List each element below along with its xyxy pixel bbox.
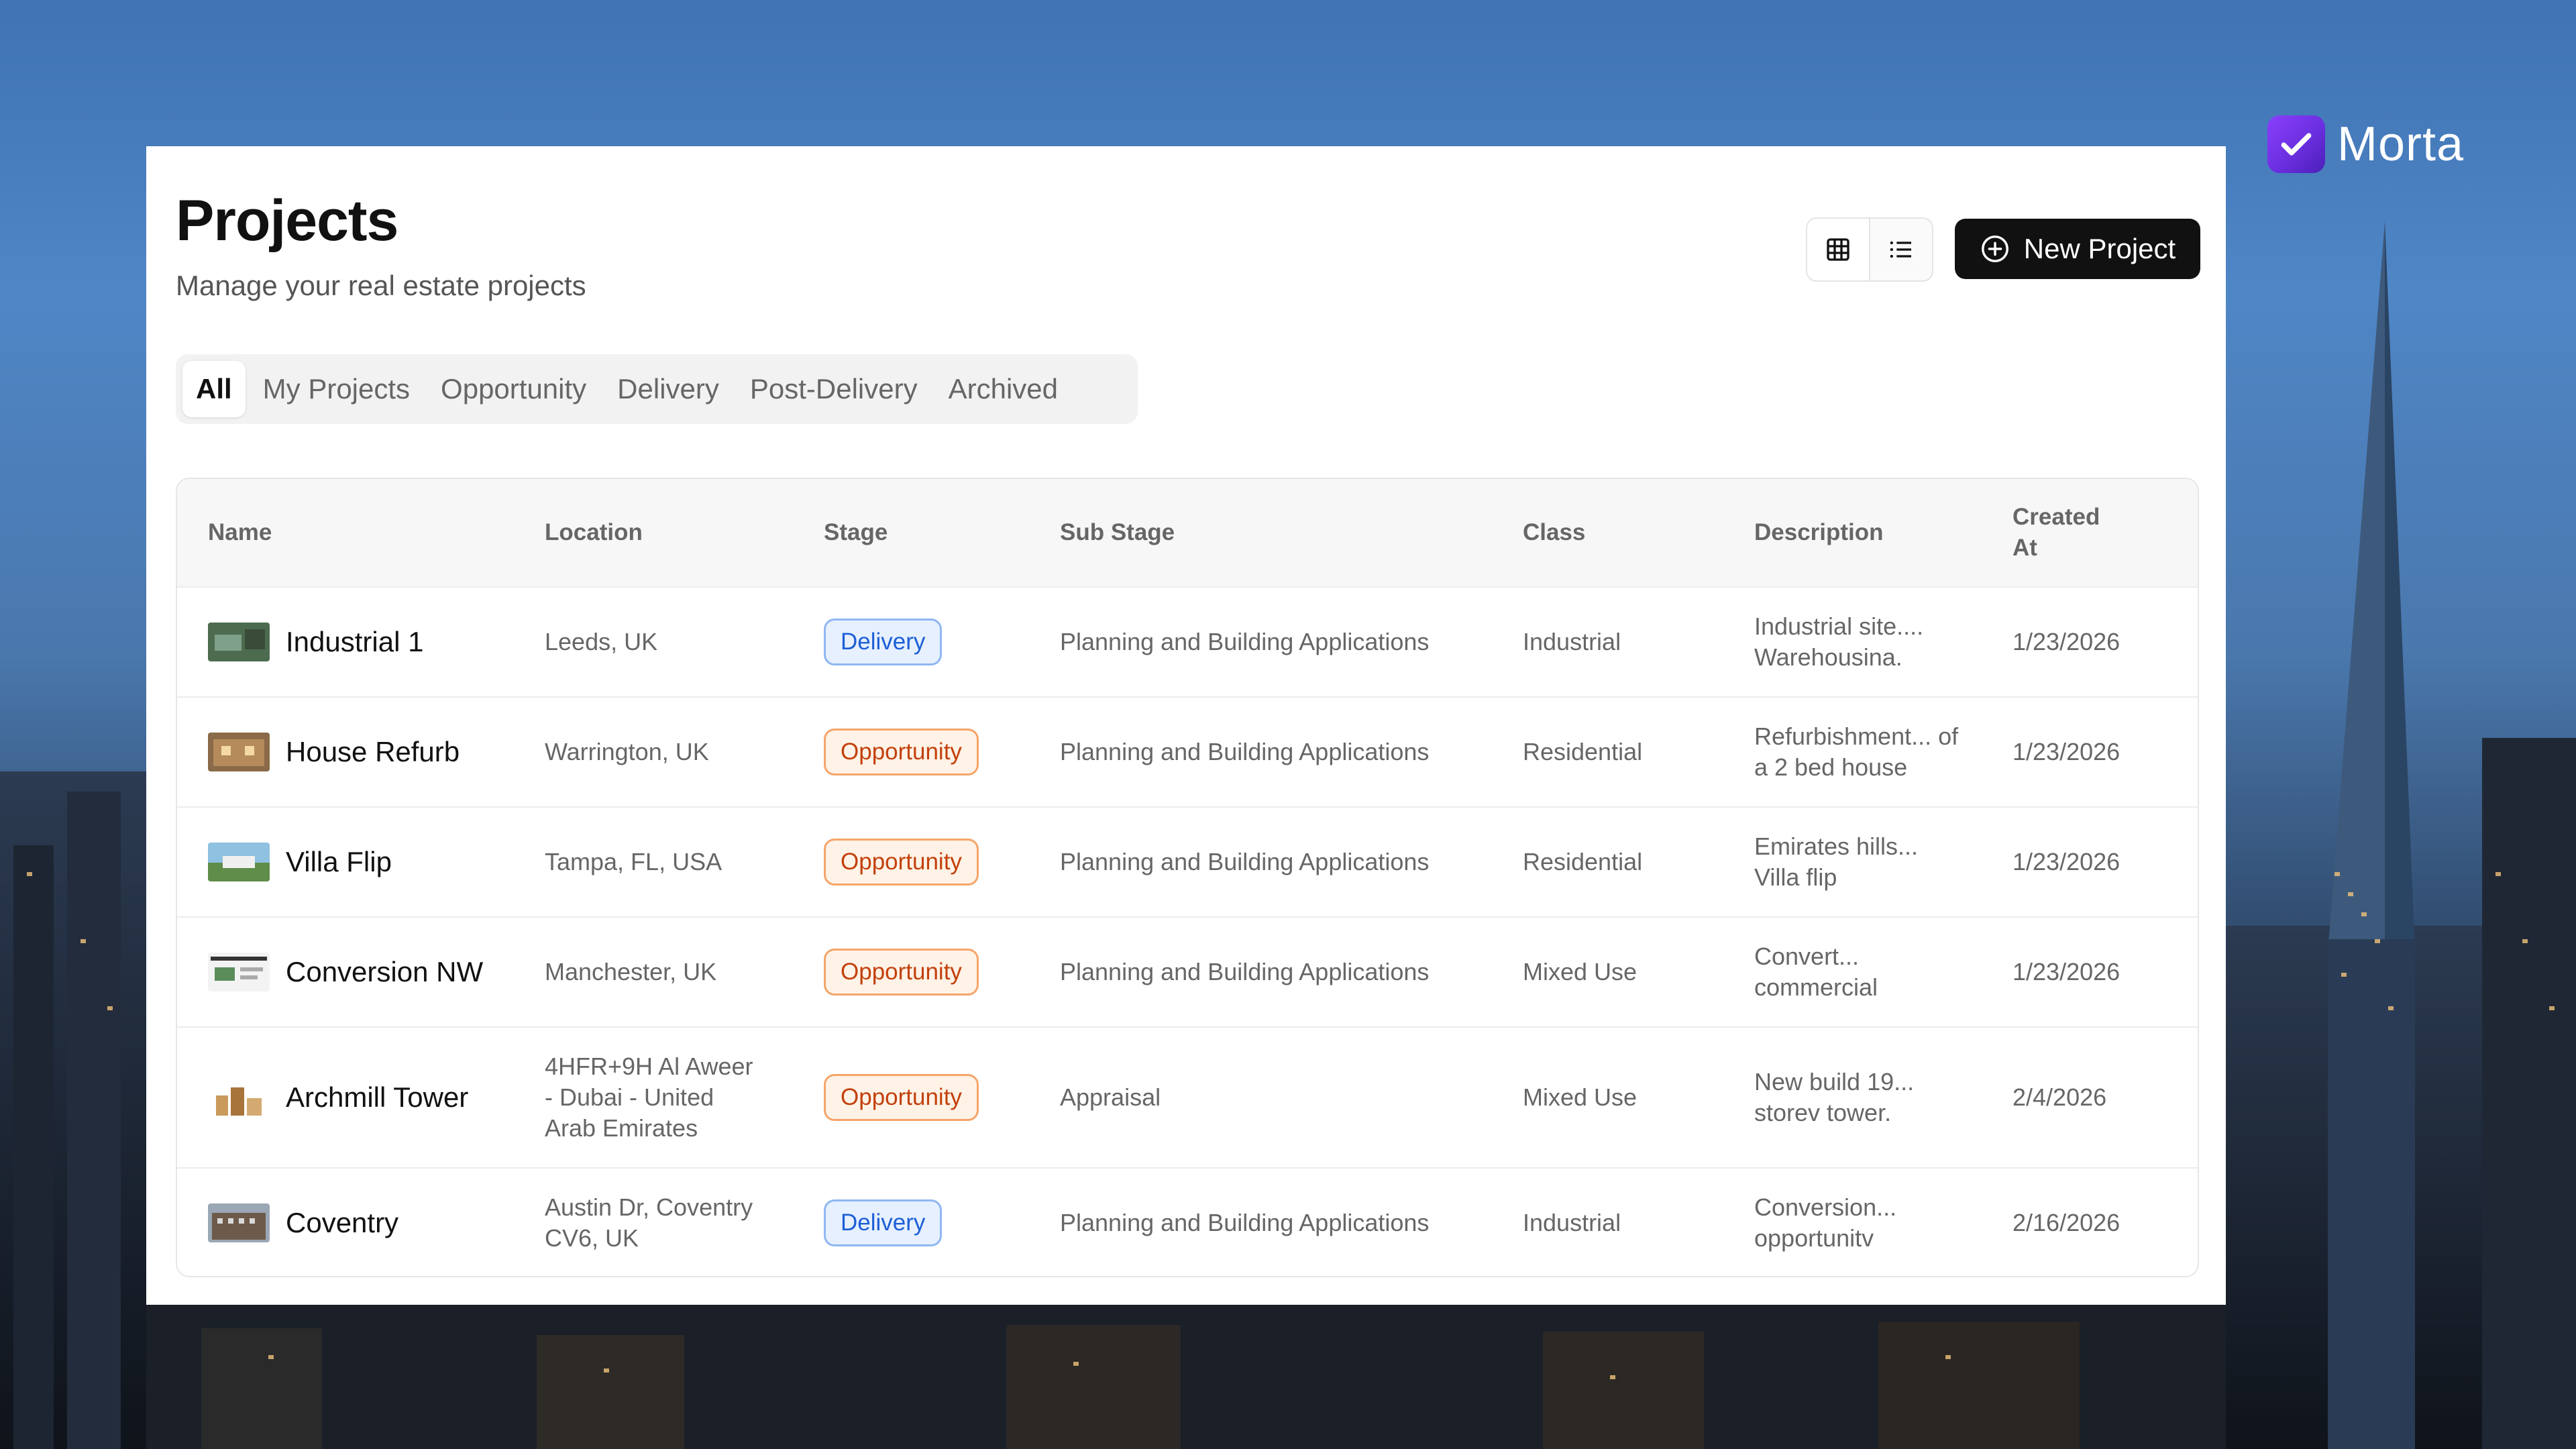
tab-archived[interactable]: Archived	[935, 361, 1071, 417]
table-row[interactable]: Conversion NW Manchester, UK Opportunity…	[177, 918, 2198, 1028]
grid-view-button[interactable]	[1807, 219, 1870, 280]
stage-badge: Delivery	[824, 619, 943, 665]
project-name: Coventry	[286, 1207, 399, 1238]
class-cell: Mixed Use	[1523, 1083, 1638, 1111]
tab-opportunity[interactable]: Opportunity	[427, 361, 600, 417]
page-subtitle: Manage your real estate projects	[176, 270, 586, 301]
project-thumbnail	[208, 733, 270, 771]
new-project-label: New Project	[2023, 233, 2176, 264]
location-cell: Warrington, UK	[545, 738, 709, 765]
description-cell: New build 19... storev tower.	[1754, 1068, 1915, 1126]
project-thumbnail	[208, 843, 270, 881]
project-thumbnail	[208, 1203, 270, 1242]
table-row[interactable]: Industrial 1 Leeds, UK Delivery Planning…	[177, 588, 2198, 698]
stage-badge: Opportunity	[824, 729, 979, 775]
stage-cell: Delivery	[824, 1199, 1060, 1246]
column-header-class[interactable]: Class	[1523, 519, 1754, 546]
stage-cell: Opportunity	[824, 839, 1060, 885]
sub-stage-cell: Planning and Building Applications	[1060, 628, 1430, 655]
description-cell: Conversion... opportunitv	[1754, 1193, 1897, 1252]
project-name: Industrial 1	[286, 626, 424, 657]
created-at-cell: 2/16/2026	[2012, 1209, 2121, 1236]
page-title: Projects	[176, 189, 398, 253]
stage-cell: Opportunity	[824, 949, 1060, 996]
list-view-button[interactable]	[1870, 219, 1932, 280]
location-cell: Manchester, UK	[545, 958, 717, 985]
description-cell: Industrial site.... Warehousina.	[1754, 612, 1924, 671]
table-header: Name Location Stage Sub Stage Class Desc…	[177, 479, 2198, 588]
view-toggle	[1806, 217, 1933, 282]
description-cell: Refurbishment... of a 2 bed house	[1754, 722, 1959, 781]
tab-post-delivery[interactable]: Post-Delivery	[737, 361, 931, 417]
class-cell: Residential	[1523, 848, 1643, 875]
brand-name: Morta	[2337, 117, 2465, 171]
project-thumbnail	[208, 1078, 270, 1117]
list-icon	[1890, 241, 1911, 258]
table-row[interactable]: Villa Flip Tampa, FL, USA Opportunity Pl…	[177, 808, 2198, 918]
stage-badge: Opportunity	[824, 839, 979, 885]
created-at-cell: 1/23/2026	[2012, 628, 2121, 655]
table-row[interactable]: Coventry Austin Dr, Coventry CV6, UK Del…	[177, 1169, 2198, 1276]
plus-circle-icon	[1981, 235, 2008, 262]
stage-cell: Delivery	[824, 619, 1060, 665]
class-cell: Residential	[1523, 738, 1643, 765]
name-cell: Industrial 1	[177, 623, 545, 661]
tab-delivery[interactable]: Delivery	[604, 361, 733, 417]
description-cell: Convert... commercial	[1754, 943, 1878, 1001]
grid-icon	[1827, 238, 1849, 261]
tab-all[interactable]: All	[182, 361, 246, 417]
table-row[interactable]: Archmill Tower 4HFR+9H Al Aweer - Dubai …	[177, 1028, 2198, 1169]
new-project-button[interactable]: New Project	[1955, 219, 2200, 279]
name-cell: House Refurb	[177, 733, 545, 771]
location-cell: Leeds, UK	[545, 628, 658, 655]
projects-table: Name Location Stage Sub Stage Class Desc…	[176, 478, 2199, 1277]
stage-badge: Opportunity	[824, 1074, 979, 1121]
stage-badge: Delivery	[824, 1199, 943, 1246]
class-cell: Mixed Use	[1523, 958, 1638, 985]
description-cell: Emirates hills... Villa flip	[1754, 833, 1919, 891]
sub-stage-cell: Appraisal	[1060, 1083, 1161, 1111]
location-cell: 4HFR+9H Al Aweer - Dubai - United Arab E…	[545, 1053, 753, 1142]
stage-filter-tabs: All My Projects Opportunity Delivery Pos…	[176, 354, 1138, 424]
name-cell: Villa Flip	[177, 843, 545, 881]
projects-panel: Projects Manage your real estate project…	[146, 146, 2226, 1305]
check-icon	[2267, 115, 2325, 173]
stage-cell: Opportunity	[824, 1074, 1060, 1121]
created-at-cell: 1/23/2026	[2012, 738, 2121, 765]
name-cell: Archmill Tower	[177, 1078, 545, 1117]
location-cell: Austin Dr, Coventry CV6, UK	[545, 1193, 753, 1252]
column-header-description[interactable]: Description	[1754, 519, 2012, 546]
class-cell: Industrial	[1523, 1209, 1621, 1236]
tab-my-projects[interactable]: My Projects	[250, 361, 423, 417]
name-cell: Conversion NW	[177, 953, 545, 991]
column-header-created-at[interactable]: Created At	[2012, 502, 2113, 564]
project-name: House Refurb	[286, 736, 460, 767]
morta-logo: Morta	[2267, 115, 2464, 173]
stage-cell: Opportunity	[824, 729, 1060, 775]
class-cell: Industrial	[1523, 628, 1621, 655]
column-header-stage[interactable]: Stage	[824, 519, 1060, 546]
stage-badge: Opportunity	[824, 949, 979, 996]
created-at-cell: 2/4/2026	[2012, 1083, 2107, 1111]
column-header-name[interactable]: Name	[177, 519, 545, 546]
name-cell: Coventry	[177, 1203, 545, 1242]
sub-stage-cell: Planning and Building Applications	[1060, 1209, 1430, 1236]
location-cell: Tampa, FL, USA	[545, 848, 722, 875]
created-at-cell: 1/23/2026	[2012, 848, 2121, 875]
sub-stage-cell: Planning and Building Applications	[1060, 848, 1430, 875]
column-header-location[interactable]: Location	[545, 519, 824, 546]
project-name: Villa Flip	[286, 846, 392, 877]
project-thumbnail	[208, 623, 270, 661]
column-header-sub-stage[interactable]: Sub Stage	[1060, 519, 1523, 546]
created-at-cell: 1/23/2026	[2012, 958, 2121, 985]
sub-stage-cell: Planning and Building Applications	[1060, 738, 1430, 765]
table-row[interactable]: House Refurb Warrington, UK Opportunity …	[177, 698, 2198, 808]
project-thumbnail	[208, 953, 270, 991]
project-name: Conversion NW	[286, 956, 484, 987]
project-name: Archmill Tower	[286, 1081, 469, 1113]
sub-stage-cell: Planning and Building Applications	[1060, 958, 1430, 985]
